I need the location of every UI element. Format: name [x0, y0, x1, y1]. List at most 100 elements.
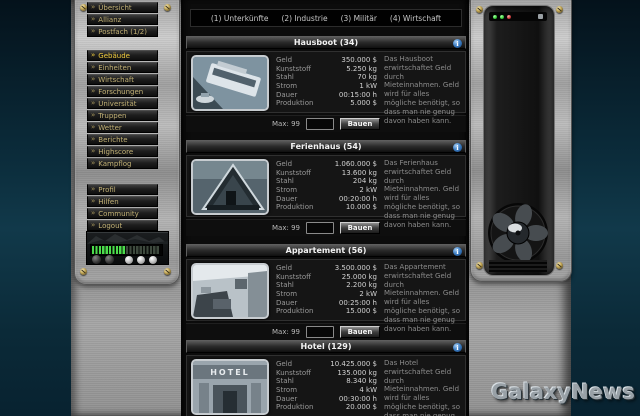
building-image-hotel: HOTEL — [191, 359, 269, 415]
card-header: Appartement (56) i — [186, 244, 466, 257]
stat-row: Produktion20.000 $ — [276, 403, 377, 412]
chevron-bullet-icon: » — [91, 112, 95, 119]
power-led-strip — [489, 12, 547, 21]
sidebar-item-label: Allianz — [98, 16, 121, 24]
build-quantity-input[interactable] — [306, 326, 334, 338]
sidebar-group-empire: »Gebäude »Einheiten »Wirtschaft »Forschu… — [87, 50, 158, 110]
building-card-hotel: Hotel (129) i HOTEL Geld10.42 — [186, 340, 466, 416]
sidebar-item-wirtschaft[interactable]: »Wirtschaft — [87, 74, 158, 85]
chevron-bullet-icon: » — [91, 160, 95, 167]
stat-row: Kunststoff25.000 kg — [276, 273, 377, 282]
sidebar-item-community[interactable]: »Community — [87, 208, 158, 219]
building-card-appartement: Appartement (56) i — [186, 244, 466, 340]
card-body: Geld1.060.000 $ Kunststoff13.600 kg Stah… — [186, 155, 466, 217]
stats-table: Geld1.060.000 $ Kunststoff13.600 kg Stah… — [276, 159, 377, 213]
sidebar-item-label: Berichte — [98, 136, 127, 144]
max-label: Max: 99 — [272, 224, 300, 232]
stats-table: Geld10.425.000 $ Kunststoff135.000 kg St… — [276, 359, 377, 413]
stat-row: Stahl8.340 kg — [276, 377, 377, 386]
screw-icon — [556, 262, 563, 269]
tab-wirtschaft[interactable]: (4) Wirtschaft — [390, 14, 441, 23]
sidebar-item-label: Wetter — [98, 124, 122, 132]
building-title: Hausboot (34) — [294, 38, 358, 47]
sidebar-item-hilfen[interactable]: »Hilfen — [87, 196, 158, 207]
sidebar-item-allianz[interactable]: »Allianz — [87, 14, 158, 25]
stat-row: Geld1.060.000 $ — [276, 160, 377, 169]
stat-row: Kunststoff135.000 kg — [276, 369, 377, 378]
build-button[interactable]: Bauen — [340, 326, 380, 338]
info-icon[interactable]: i — [453, 39, 462, 48]
stat-row: Stahl70 kg — [276, 73, 377, 82]
sidebar-item-truppen[interactable]: »Truppen — [87, 110, 158, 121]
stat-row: Dauer00:30:00 h — [276, 395, 377, 404]
sidebar-item-label: Gebäude — [98, 52, 130, 60]
stat-row: Geld3.500.000 $ — [276, 264, 377, 273]
game-window: »Übersicht »Allianz »Postfach (1/2) »Geb… — [0, 0, 640, 416]
sidebar-item-profil[interactable]: »Profil — [87, 184, 158, 195]
led-green-icon — [493, 15, 497, 19]
sidebar-group-account: »Profil »Hilfen »Community »Logout — [87, 184, 158, 232]
info-icon[interactable]: i — [453, 343, 462, 352]
building-description: Das Hausboot erwirtschaftet Geld durch M… — [384, 55, 461, 109]
sidebar-item-label: Wirtschaft — [98, 76, 134, 84]
chevron-bullet-icon: » — [91, 76, 95, 83]
chevron-bullet-icon: » — [91, 186, 95, 193]
stat-row: Dauer00:20:00 h — [276, 195, 377, 204]
max-label: Max: 99 — [272, 120, 300, 128]
sidebar-item-berichte[interactable]: »Berichte — [87, 134, 158, 145]
led-red-icon — [507, 15, 511, 19]
sidebar-item-uebersicht[interactable]: »Übersicht — [87, 2, 158, 13]
sidebar-item-label: Einheiten — [98, 64, 131, 72]
sidebar-item-highscore[interactable]: »Highscore — [87, 146, 158, 157]
round-button-icon — [137, 256, 145, 264]
stat-row: Strom2 kW — [276, 186, 377, 195]
stat-row: Strom4 kW — [276, 386, 377, 395]
build-button[interactable]: Bauen — [340, 222, 380, 234]
sidebar-group-military: »Truppen »Wetter »Berichte »Highscore »K… — [87, 110, 158, 170]
sidebar-item-logout[interactable]: »Logout — [87, 220, 158, 231]
build-quantity-input[interactable] — [306, 118, 334, 130]
stat-row: Stahl204 kg — [276, 177, 377, 186]
tab-militaer[interactable]: (3) Militär — [341, 14, 377, 23]
card-header: Ferienhaus (54) i — [186, 140, 466, 153]
galaxynews-watermark: GalaxyNews — [491, 380, 635, 404]
stat-row: Produktion15.000 $ — [276, 307, 377, 316]
sidebar-item-label: Highscore — [98, 148, 133, 156]
sidebar-item-einheiten[interactable]: »Einheiten — [87, 62, 158, 73]
knob-icon — [92, 255, 101, 264]
info-icon[interactable]: i — [453, 247, 462, 256]
stat-row: Geld10.425.000 $ — [276, 360, 377, 369]
building-description: Das Ferienhaus erwirtschaftet Geld durch… — [384, 159, 461, 213]
round-button-icon — [149, 256, 157, 264]
build-quantity-input[interactable] — [306, 222, 334, 234]
sidebar-item-wetter[interactable]: »Wetter — [87, 122, 158, 133]
mountain-graphic-icon — [87, 232, 168, 244]
sidebar-item-label: Hilfen — [98, 198, 118, 206]
stat-row: Stahl2.200 kg — [276, 281, 377, 290]
sidebar-item-label: Forschungen — [98, 88, 143, 96]
sidebar-item-postfach[interactable]: »Postfach (1/2) — [87, 26, 158, 37]
sidebar-item-label: Postfach (1/2) — [98, 28, 147, 36]
sidebar-item-kampflog[interactable]: »Kampflog — [87, 158, 158, 169]
chevron-bullet-icon: » — [91, 148, 95, 155]
building-image-hausboot — [191, 55, 269, 111]
round-button-icon — [125, 256, 133, 264]
tab-industrie[interactable]: (2) Industrie — [281, 14, 327, 23]
sidebar-item-universitaet[interactable]: »Universität — [87, 98, 158, 109]
chevron-bullet-icon: » — [91, 88, 95, 95]
building-image-ferienhaus — [191, 159, 269, 215]
card-body: Geld3.500.000 $ Kunststoff25.000 kg Stah… — [186, 259, 466, 321]
tab-unterkuenfte[interactable]: (1) Unterkünfte — [211, 14, 269, 23]
info-icon[interactable]: i — [453, 143, 462, 152]
stat-row: Strom1 kW — [276, 82, 377, 91]
led-meter-lit — [92, 246, 126, 254]
build-button[interactable]: Bauen — [340, 118, 380, 130]
sidebar-item-forschungen[interactable]: »Forschungen — [87, 86, 158, 97]
building-category-tabs: (1) Unterkünfte (2) Industrie (3) Militä… — [190, 9, 462, 27]
sidebar-item-gebaeude[interactable]: »Gebäude — [87, 50, 158, 61]
chevron-bullet-icon: » — [91, 100, 95, 107]
chevron-bullet-icon: » — [91, 28, 95, 35]
screw-icon — [556, 6, 563, 13]
stat-row: Kunststoff5.250 kg — [276, 65, 377, 74]
building-image-appartement — [191, 263, 269, 319]
